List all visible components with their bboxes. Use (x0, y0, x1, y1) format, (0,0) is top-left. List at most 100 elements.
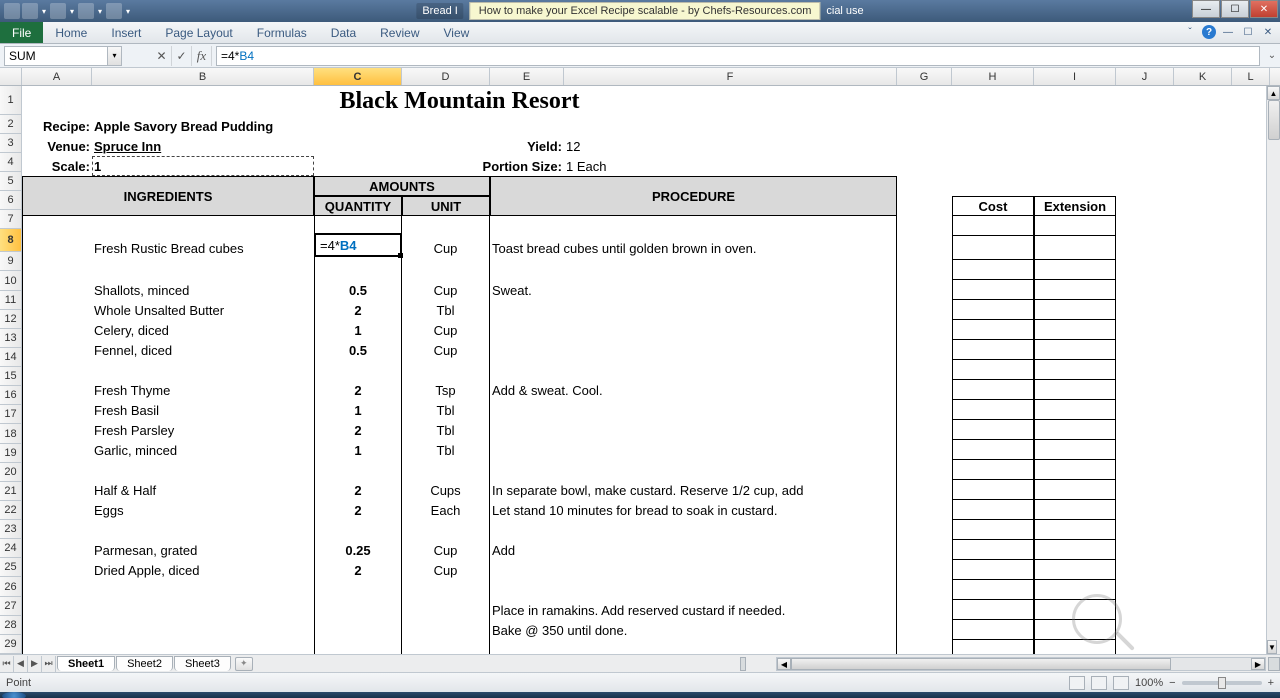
cost-cell[interactable] (952, 420, 1034, 440)
ingredient-cell[interactable]: Garlic, minced (92, 440, 314, 460)
ingredient-cell[interactable] (92, 460, 314, 480)
quantity-cell[interactable]: 2 (314, 480, 402, 500)
unit-cell[interactable] (402, 460, 490, 480)
name-box[interactable]: SUM (4, 46, 108, 66)
enter-formula-icon[interactable]: ✓ (172, 46, 192, 66)
sheet-tab-1[interactable]: Sheet1 (57, 656, 115, 671)
scroll-up-icon[interactable]: ▲ (1267, 86, 1280, 100)
qat-customize-drop[interactable]: ▾ (124, 3, 132, 19)
ingredient-cell[interactable]: Celery, diced (92, 320, 314, 340)
tab-data[interactable]: Data (319, 23, 368, 43)
row-header-18[interactable]: 18 (0, 424, 21, 443)
row-header-2[interactable]: 2 (0, 115, 21, 134)
cost-cell[interactable] (952, 540, 1034, 560)
ingredient-cell[interactable]: Shallots, minced (92, 280, 314, 300)
row-header-15[interactable]: 15 (0, 367, 21, 386)
row-header-22[interactable]: 22 (0, 501, 21, 520)
zoom-level[interactable]: 100% (1135, 677, 1163, 689)
ingredient-cell[interactable]: Fresh Rustic Bread cubes (92, 236, 314, 260)
qat-drop-1[interactable]: ▾ (40, 3, 48, 19)
workbook-close-icon[interactable]: ✕ (1260, 24, 1276, 40)
cost-cell[interactable] (952, 500, 1034, 520)
ingredient-cell[interactable] (92, 620, 314, 640)
unit-cell[interactable]: Tbl (402, 440, 490, 460)
extension-cell[interactable] (1034, 640, 1116, 654)
row-header-5[interactable]: 5 (0, 172, 21, 191)
procedure-cell[interactable] (490, 320, 897, 340)
col-header-G[interactable]: G (897, 68, 952, 85)
tab-nav-last-icon[interactable]: ⏭ (42, 656, 56, 672)
cost-cell[interactable] (952, 600, 1034, 620)
row-header-27[interactable]: 27 (0, 597, 21, 616)
col-header-L[interactable]: L (1232, 68, 1270, 85)
extension-cell[interactable] (1034, 600, 1116, 620)
procedure-cell[interactable] (490, 360, 897, 380)
extension-cell[interactable] (1034, 620, 1116, 640)
unit-cell[interactable]: Cup (402, 540, 490, 560)
extension-cell[interactable] (1034, 400, 1116, 420)
formula-input[interactable]: =4*B4 (216, 46, 1260, 66)
row-header-9[interactable]: 9 (0, 252, 21, 271)
tab-insert[interactable]: Insert (99, 23, 153, 43)
procedure-cell[interactable]: Toast bread cubes until golden brown in … (490, 236, 897, 260)
unit-cell[interactable] (402, 620, 490, 640)
undo-icon[interactable] (50, 3, 66, 19)
quantity-cell[interactable]: 1 (314, 440, 402, 460)
cost-cell[interactable] (952, 400, 1034, 420)
new-sheet-icon[interactable]: ✦ (235, 657, 253, 671)
start-button[interactable] (2, 692, 26, 698)
procedure-cell[interactable]: In separate bowl, make custard. Reserve … (490, 480, 897, 500)
row-header-17[interactable]: 17 (0, 405, 21, 424)
unit-cell[interactable] (402, 260, 490, 280)
zoom-slider-thumb[interactable] (1218, 677, 1226, 689)
extension-cell[interactable] (1034, 420, 1116, 440)
sheet-tab-2[interactable]: Sheet2 (116, 656, 173, 671)
active-cell-editor[interactable]: =4*B4 (314, 233, 402, 257)
redo-drop[interactable]: ▾ (96, 3, 104, 19)
sheet-tab-3[interactable]: Sheet3 (174, 656, 231, 671)
unit-cell[interactable] (402, 580, 490, 600)
unit-cell[interactable]: Tsp (402, 380, 490, 400)
redo-icon[interactable] (78, 3, 94, 19)
unit-cell[interactable]: Cup (402, 560, 490, 580)
unit-cell[interactable] (402, 640, 490, 654)
row-header-23[interactable]: 23 (0, 520, 21, 539)
row-header-24[interactable]: 24 (0, 539, 21, 558)
quantity-cell[interactable] (314, 360, 402, 380)
ingredient-cell[interactable]: Fennel, diced (92, 340, 314, 360)
unit-cell[interactable]: Cup (402, 340, 490, 360)
row-header-11[interactable]: 11 (0, 291, 21, 310)
unit-cell[interactable] (402, 600, 490, 620)
ingredient-cell[interactable] (92, 600, 314, 620)
ingredient-cell[interactable]: Half & Half (92, 480, 314, 500)
quantity-cell[interactable] (314, 520, 402, 540)
cost-cell[interactable] (952, 580, 1034, 600)
col-header-C[interactable]: C (314, 68, 402, 85)
procedure-cell[interactable] (490, 420, 897, 440)
undo-drop[interactable]: ▾ (68, 3, 76, 19)
procedure-cell[interactable]: Bake @ 350 until done. (490, 620, 897, 640)
value-portion[interactable]: 1 Each (564, 156, 897, 176)
cost-cell[interactable] (952, 260, 1034, 280)
col-header-E[interactable]: E (490, 68, 564, 85)
ingredient-cell[interactable] (92, 580, 314, 600)
row-header-16[interactable]: 16 (0, 386, 21, 405)
quantity-cell[interactable] (314, 580, 402, 600)
extension-cell[interactable] (1034, 540, 1116, 560)
col-header-I[interactable]: I (1034, 68, 1116, 85)
scroll-right-icon[interactable]: ▶ (1251, 658, 1265, 670)
ingredient-cell[interactable]: Fresh Basil (92, 400, 314, 420)
row-header-3[interactable]: 3 (0, 134, 21, 153)
cost-cell[interactable] (952, 440, 1034, 460)
page-layout-view-icon[interactable] (1091, 676, 1107, 690)
unit-cell[interactable]: Tbl (402, 420, 490, 440)
value-venue[interactable]: Spruce Inn (92, 136, 314, 156)
unit-cell[interactable]: Cups (402, 480, 490, 500)
cost-cell[interactable] (952, 520, 1034, 540)
fill-handle[interactable] (398, 253, 403, 258)
value-recipe-name[interactable]: Apple Savory Bread Pudding (92, 116, 314, 136)
row-header-8[interactable]: 8 (0, 229, 21, 252)
unit-cell[interactable] (402, 520, 490, 540)
expand-formula-bar-icon[interactable]: ⌄ (1264, 50, 1280, 61)
cost-cell[interactable] (952, 620, 1034, 640)
